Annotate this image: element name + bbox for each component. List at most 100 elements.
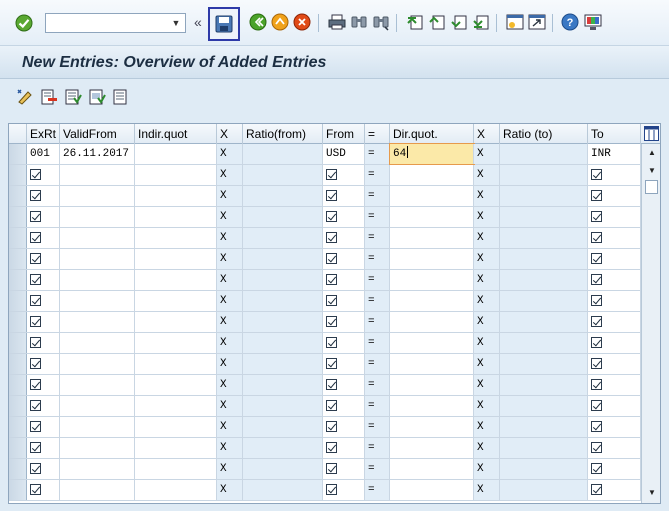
empty-input-cell[interactable]	[135, 480, 217, 500]
collapse-toolbar-icon[interactable]: «	[194, 14, 202, 30]
checkbox-icon[interactable]	[30, 232, 41, 243]
row-selector[interactable]	[9, 207, 27, 227]
scroll-down-icon[interactable]: ▼	[645, 164, 659, 178]
row-selector[interactable]	[9, 165, 27, 185]
vertical-scrollbar[interactable]: ▲ ▼ ▼	[641, 144, 660, 503]
checkbox-icon[interactable]	[591, 337, 602, 348]
cell-valid-from[interactable]: 26.11.2017	[60, 144, 135, 164]
cell-exrt[interactable]: 001	[27, 144, 60, 164]
empty-input-cell[interactable]	[135, 270, 217, 290]
delete-icon[interactable]	[40, 88, 58, 106]
row-checkbox-cell[interactable]	[323, 438, 365, 458]
next-page-icon[interactable]	[450, 13, 468, 31]
row-checkbox-cell[interactable]	[323, 396, 365, 416]
select-block-icon[interactable]	[88, 88, 106, 106]
empty-input-cell[interactable]	[135, 207, 217, 227]
row-checkbox-cell[interactable]	[27, 312, 60, 332]
empty-input-cell[interactable]	[390, 228, 474, 248]
column-header[interactable]: From	[323, 124, 365, 144]
row-selector[interactable]	[9, 186, 27, 206]
column-header[interactable]: Ratio (to)	[500, 124, 588, 144]
empty-input-cell[interactable]	[60, 228, 135, 248]
find-next-icon[interactable]	[372, 13, 390, 31]
empty-input-cell[interactable]	[390, 270, 474, 290]
empty-input-cell[interactable]	[500, 459, 588, 479]
empty-input-cell[interactable]	[135, 291, 217, 311]
checkbox-icon[interactable]	[326, 442, 337, 453]
empty-input-cell[interactable]	[243, 207, 323, 227]
row-selector[interactable]	[9, 228, 27, 248]
row-checkbox-cell[interactable]	[588, 186, 641, 206]
row-checkbox-cell[interactable]	[323, 270, 365, 290]
column-header[interactable]: ValidFrom	[60, 124, 135, 144]
empty-input-cell[interactable]	[390, 165, 474, 185]
empty-input-cell[interactable]	[243, 291, 323, 311]
empty-input-cell[interactable]	[135, 186, 217, 206]
row-checkbox-cell[interactable]	[27, 375, 60, 395]
checkbox-icon[interactable]	[326, 379, 337, 390]
empty-input-cell[interactable]	[500, 291, 588, 311]
empty-input-cell[interactable]	[500, 186, 588, 206]
empty-input-cell[interactable]	[500, 480, 588, 500]
empty-input-cell[interactable]	[243, 270, 323, 290]
checkbox-icon[interactable]	[326, 190, 337, 201]
column-header[interactable]: Ratio(from)	[243, 124, 323, 144]
empty-input-cell[interactable]	[243, 417, 323, 437]
empty-input-cell[interactable]	[135, 459, 217, 479]
checkbox-icon[interactable]	[30, 484, 41, 495]
row-checkbox-cell[interactable]	[323, 291, 365, 311]
row-checkbox-cell[interactable]	[27, 354, 60, 374]
row-selector[interactable]	[9, 270, 27, 290]
empty-input-cell[interactable]	[243, 165, 323, 185]
back-arrow-icon[interactable]	[249, 13, 267, 31]
exit-icon[interactable]	[271, 13, 289, 31]
checkbox-icon[interactable]	[30, 253, 41, 264]
cell-ratio-to[interactable]	[500, 144, 588, 164]
checkbox-icon[interactable]	[30, 190, 41, 201]
row-checkbox-cell[interactable]	[588, 228, 641, 248]
row-checkbox-cell[interactable]	[588, 459, 641, 479]
cell-from[interactable]: USD	[323, 144, 365, 164]
empty-input-cell[interactable]	[135, 417, 217, 437]
empty-input-cell[interactable]	[60, 375, 135, 395]
scroll-thumb[interactable]	[645, 180, 658, 194]
empty-input-cell[interactable]	[135, 438, 217, 458]
row-checkbox-cell[interactable]	[27, 186, 60, 206]
deselect-all-icon[interactable]	[112, 88, 130, 106]
row-checkbox-cell[interactable]	[588, 480, 641, 500]
empty-input-cell[interactable]	[390, 438, 474, 458]
empty-input-cell[interactable]	[60, 459, 135, 479]
empty-input-cell[interactable]	[390, 312, 474, 332]
empty-input-cell[interactable]	[390, 186, 474, 206]
column-header[interactable]: Dir.quot.	[390, 124, 474, 144]
empty-input-cell[interactable]	[243, 186, 323, 206]
row-selector[interactable]	[9, 459, 27, 479]
empty-input-cell[interactable]	[390, 207, 474, 227]
find-icon[interactable]	[350, 13, 368, 31]
row-checkbox-cell[interactable]	[588, 375, 641, 395]
row-checkbox-cell[interactable]	[588, 270, 641, 290]
empty-input-cell[interactable]	[135, 312, 217, 332]
chevron-down-icon[interactable]: ▼	[169, 14, 183, 32]
checkbox-icon[interactable]	[591, 442, 602, 453]
row-selector[interactable]	[9, 438, 27, 458]
checkbox-icon[interactable]	[326, 484, 337, 495]
checkbox-icon[interactable]	[30, 337, 41, 348]
empty-input-cell[interactable]	[60, 417, 135, 437]
empty-input-cell[interactable]	[60, 438, 135, 458]
row-checkbox-cell[interactable]	[588, 438, 641, 458]
row-checkbox-cell[interactable]	[323, 354, 365, 374]
row-selector[interactable]	[9, 312, 27, 332]
checkbox-icon[interactable]	[326, 295, 337, 306]
empty-input-cell[interactable]	[243, 312, 323, 332]
row-checkbox-cell[interactable]	[588, 396, 641, 416]
checkbox-icon[interactable]	[30, 274, 41, 285]
select-all-icon[interactable]	[64, 88, 82, 106]
prev-page-icon[interactable]	[428, 13, 446, 31]
empty-input-cell[interactable]	[60, 396, 135, 416]
empty-input-cell[interactable]	[243, 480, 323, 500]
empty-input-cell[interactable]	[390, 459, 474, 479]
empty-input-cell[interactable]	[60, 480, 135, 500]
checkbox-icon[interactable]	[591, 253, 602, 264]
empty-input-cell[interactable]	[243, 249, 323, 269]
